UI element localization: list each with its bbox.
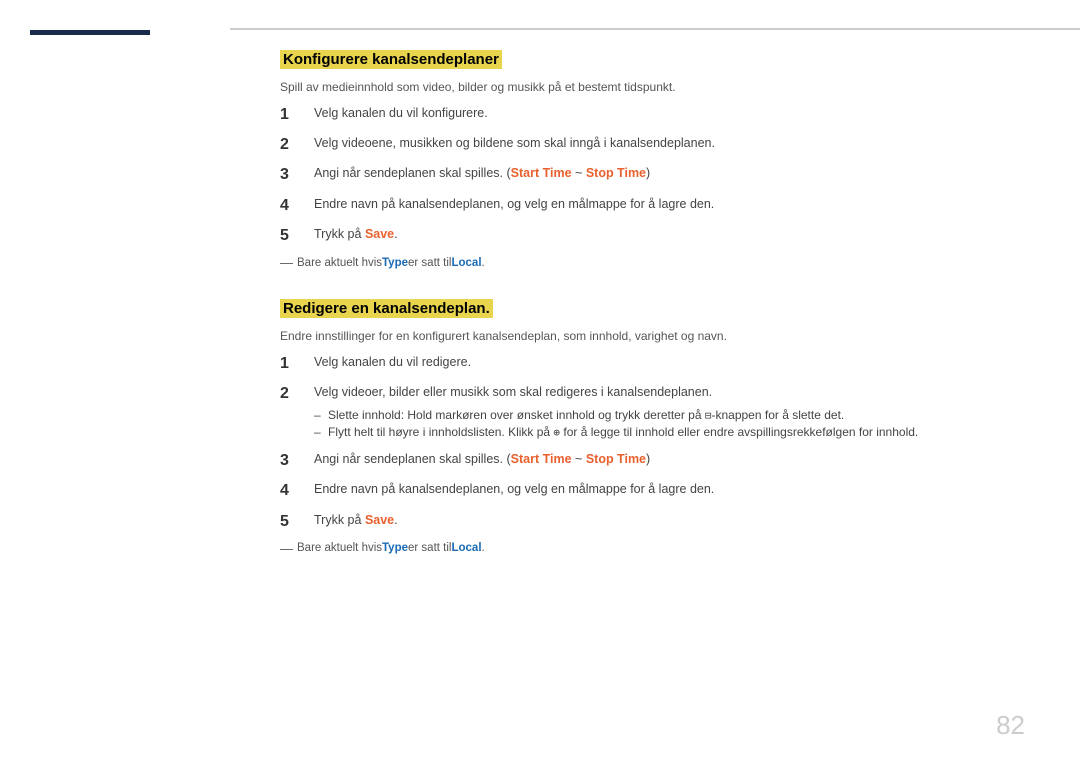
section-1-title: Konfigurere kanalsendeplaner	[280, 50, 502, 69]
stop-time-label: Stop Time	[586, 166, 646, 180]
step-number: 1	[280, 104, 304, 126]
main-content: Konfigurere kanalsendeplaner Spill av me…	[230, 28, 1080, 763]
step-text-after: )	[646, 166, 650, 180]
footnote-after: .	[482, 542, 485, 554]
step-text-after: )	[646, 452, 650, 466]
step-text: Velg kanalen du vil redigere.	[314, 353, 1020, 372]
footnote-local: Local	[451, 542, 481, 554]
section-2: Redigere en kanalsendeplan. Endre innsti…	[280, 298, 1020, 555]
section-1: Konfigurere kanalsendeplaner Spill av me…	[280, 49, 1020, 270]
step-text-before: Angi når sendeplanen skal spilles. (	[314, 166, 511, 180]
save-label: Save	[365, 513, 394, 527]
sub-bullet-2: – Flytt helt til høyre i innholdslisten.…	[314, 425, 918, 439]
step-5-before: Trykk på	[314, 513, 365, 527]
step-text: Velg kanalen du vil konfigurere.	[314, 104, 1020, 123]
separator: ~	[572, 166, 586, 180]
sub-bullet-text: Flytt helt til høyre i innholdslisten. K…	[328, 425, 918, 439]
footnote-middle: er satt til	[408, 542, 451, 554]
step-text-before: Angi når sendeplanen skal spilles. (	[314, 452, 511, 466]
section-1-subtitle: Spill av medieinnhold som video, bilder …	[280, 80, 1020, 94]
step-text: Angi når sendeplanen skal spilles. (Star…	[314, 164, 1020, 183]
save-label: Save	[365, 227, 394, 241]
step-number: 4	[280, 480, 304, 502]
step-number: 3	[280, 450, 304, 472]
sub-bullet-dash: –	[314, 408, 328, 422]
sidebar	[0, 0, 230, 763]
stop-time-label: Stop Time	[586, 452, 646, 466]
step-text: Angi når sendeplanen skal spilles. (Star…	[314, 450, 1020, 469]
step-number: 3	[280, 164, 304, 186]
step-text: Endre navn på kanalsendeplanen, og velg …	[314, 195, 1020, 214]
step-text: Velg videoer, bilder eller musikk som sk…	[314, 383, 712, 402]
step-text: Trykk på Save.	[314, 511, 1020, 530]
footnote-local: Local	[451, 257, 481, 269]
step-1-2: 2 Velg videoene, musikken og bildene som…	[280, 134, 1020, 156]
start-time-label: Start Time	[511, 452, 572, 466]
step-number: 2	[280, 383, 304, 405]
sub-bullet-1: – Slette innhold: Hold markøren over øns…	[314, 408, 918, 422]
step-2-1: 1 Velg kanalen du vil redigere.	[280, 353, 1020, 375]
step-text: Trykk på Save.	[314, 225, 1020, 244]
sub-bullet-text: Slette innhold: Hold markøren over ønske…	[328, 408, 844, 422]
footnote-type: Type	[382, 542, 408, 554]
page-number: 82	[996, 710, 1025, 741]
section-2-title-wrapper: Redigere en kanalsendeplan.	[280, 298, 1020, 321]
step-1-1: 1 Velg kanalen du vil konfigurere.	[280, 104, 1020, 126]
step-number: 2	[280, 134, 304, 156]
step-2-2: 2 Velg videoer, bilder eller musikk som …	[280, 383, 1020, 441]
sub-bullet-dash: –	[314, 425, 328, 439]
page-container: Konfigurere kanalsendeplaner Spill av me…	[0, 0, 1080, 763]
sub-bullets: – Slette innhold: Hold markøren over øns…	[314, 408, 918, 442]
footnote-middle: er satt til	[408, 257, 451, 269]
footnote-after: .	[482, 257, 485, 269]
sidebar-bar	[30, 30, 150, 35]
section-1-steps: 1 Velg kanalen du vil konfigurere. 2 Vel…	[280, 104, 1020, 248]
footnote-dash: ―	[280, 541, 293, 556]
step-2-5: 5 Trykk på Save.	[280, 511, 1020, 533]
step-2-2-main: 2 Velg videoer, bilder eller musikk som …	[280, 383, 712, 405]
section-1-footnote: ― Bare aktuelt hvis Type er satt til Loc…	[280, 255, 1020, 270]
start-time-label: Start Time	[511, 166, 572, 180]
step-5-after: .	[394, 227, 397, 241]
step-5-before: Trykk på	[314, 227, 365, 241]
step-text: Velg videoene, musikken og bildene som s…	[314, 134, 1020, 153]
step-2-3: 3 Angi når sendeplanen skal spilles. (St…	[280, 450, 1020, 472]
footnote-before: Bare aktuelt hvis	[297, 257, 382, 269]
section-2-title: Redigere en kanalsendeplan.	[280, 299, 493, 318]
section-2-footnote: ― Bare aktuelt hvis Type er satt til Loc…	[280, 541, 1020, 556]
step-number: 5	[280, 511, 304, 533]
step-1-3: 3 Angi når sendeplanen skal spilles. (St…	[280, 164, 1020, 186]
section-2-subtitle: Endre innstillinger for en konfigurert k…	[280, 329, 1020, 343]
section-2-steps: 1 Velg kanalen du vil redigere. 2 Velg v…	[280, 353, 1020, 533]
step-number: 1	[280, 353, 304, 375]
step-text: Endre navn på kanalsendeplanen, og velg …	[314, 480, 1020, 499]
footnote-before: Bare aktuelt hvis	[297, 542, 382, 554]
separator: ~	[572, 452, 586, 466]
step-1-4: 4 Endre navn på kanalsendeplanen, og vel…	[280, 195, 1020, 217]
footnote-dash: ―	[280, 255, 293, 270]
step-1-5: 5 Trykk på Save.	[280, 225, 1020, 247]
step-number: 5	[280, 225, 304, 247]
step-2-4: 4 Endre navn på kanalsendeplanen, og vel…	[280, 480, 1020, 502]
step-number: 4	[280, 195, 304, 217]
section-1-title-wrapper: Konfigurere kanalsendeplaner	[280, 49, 1020, 72]
step-5-after: .	[394, 513, 397, 527]
footnote-type: Type	[382, 257, 408, 269]
